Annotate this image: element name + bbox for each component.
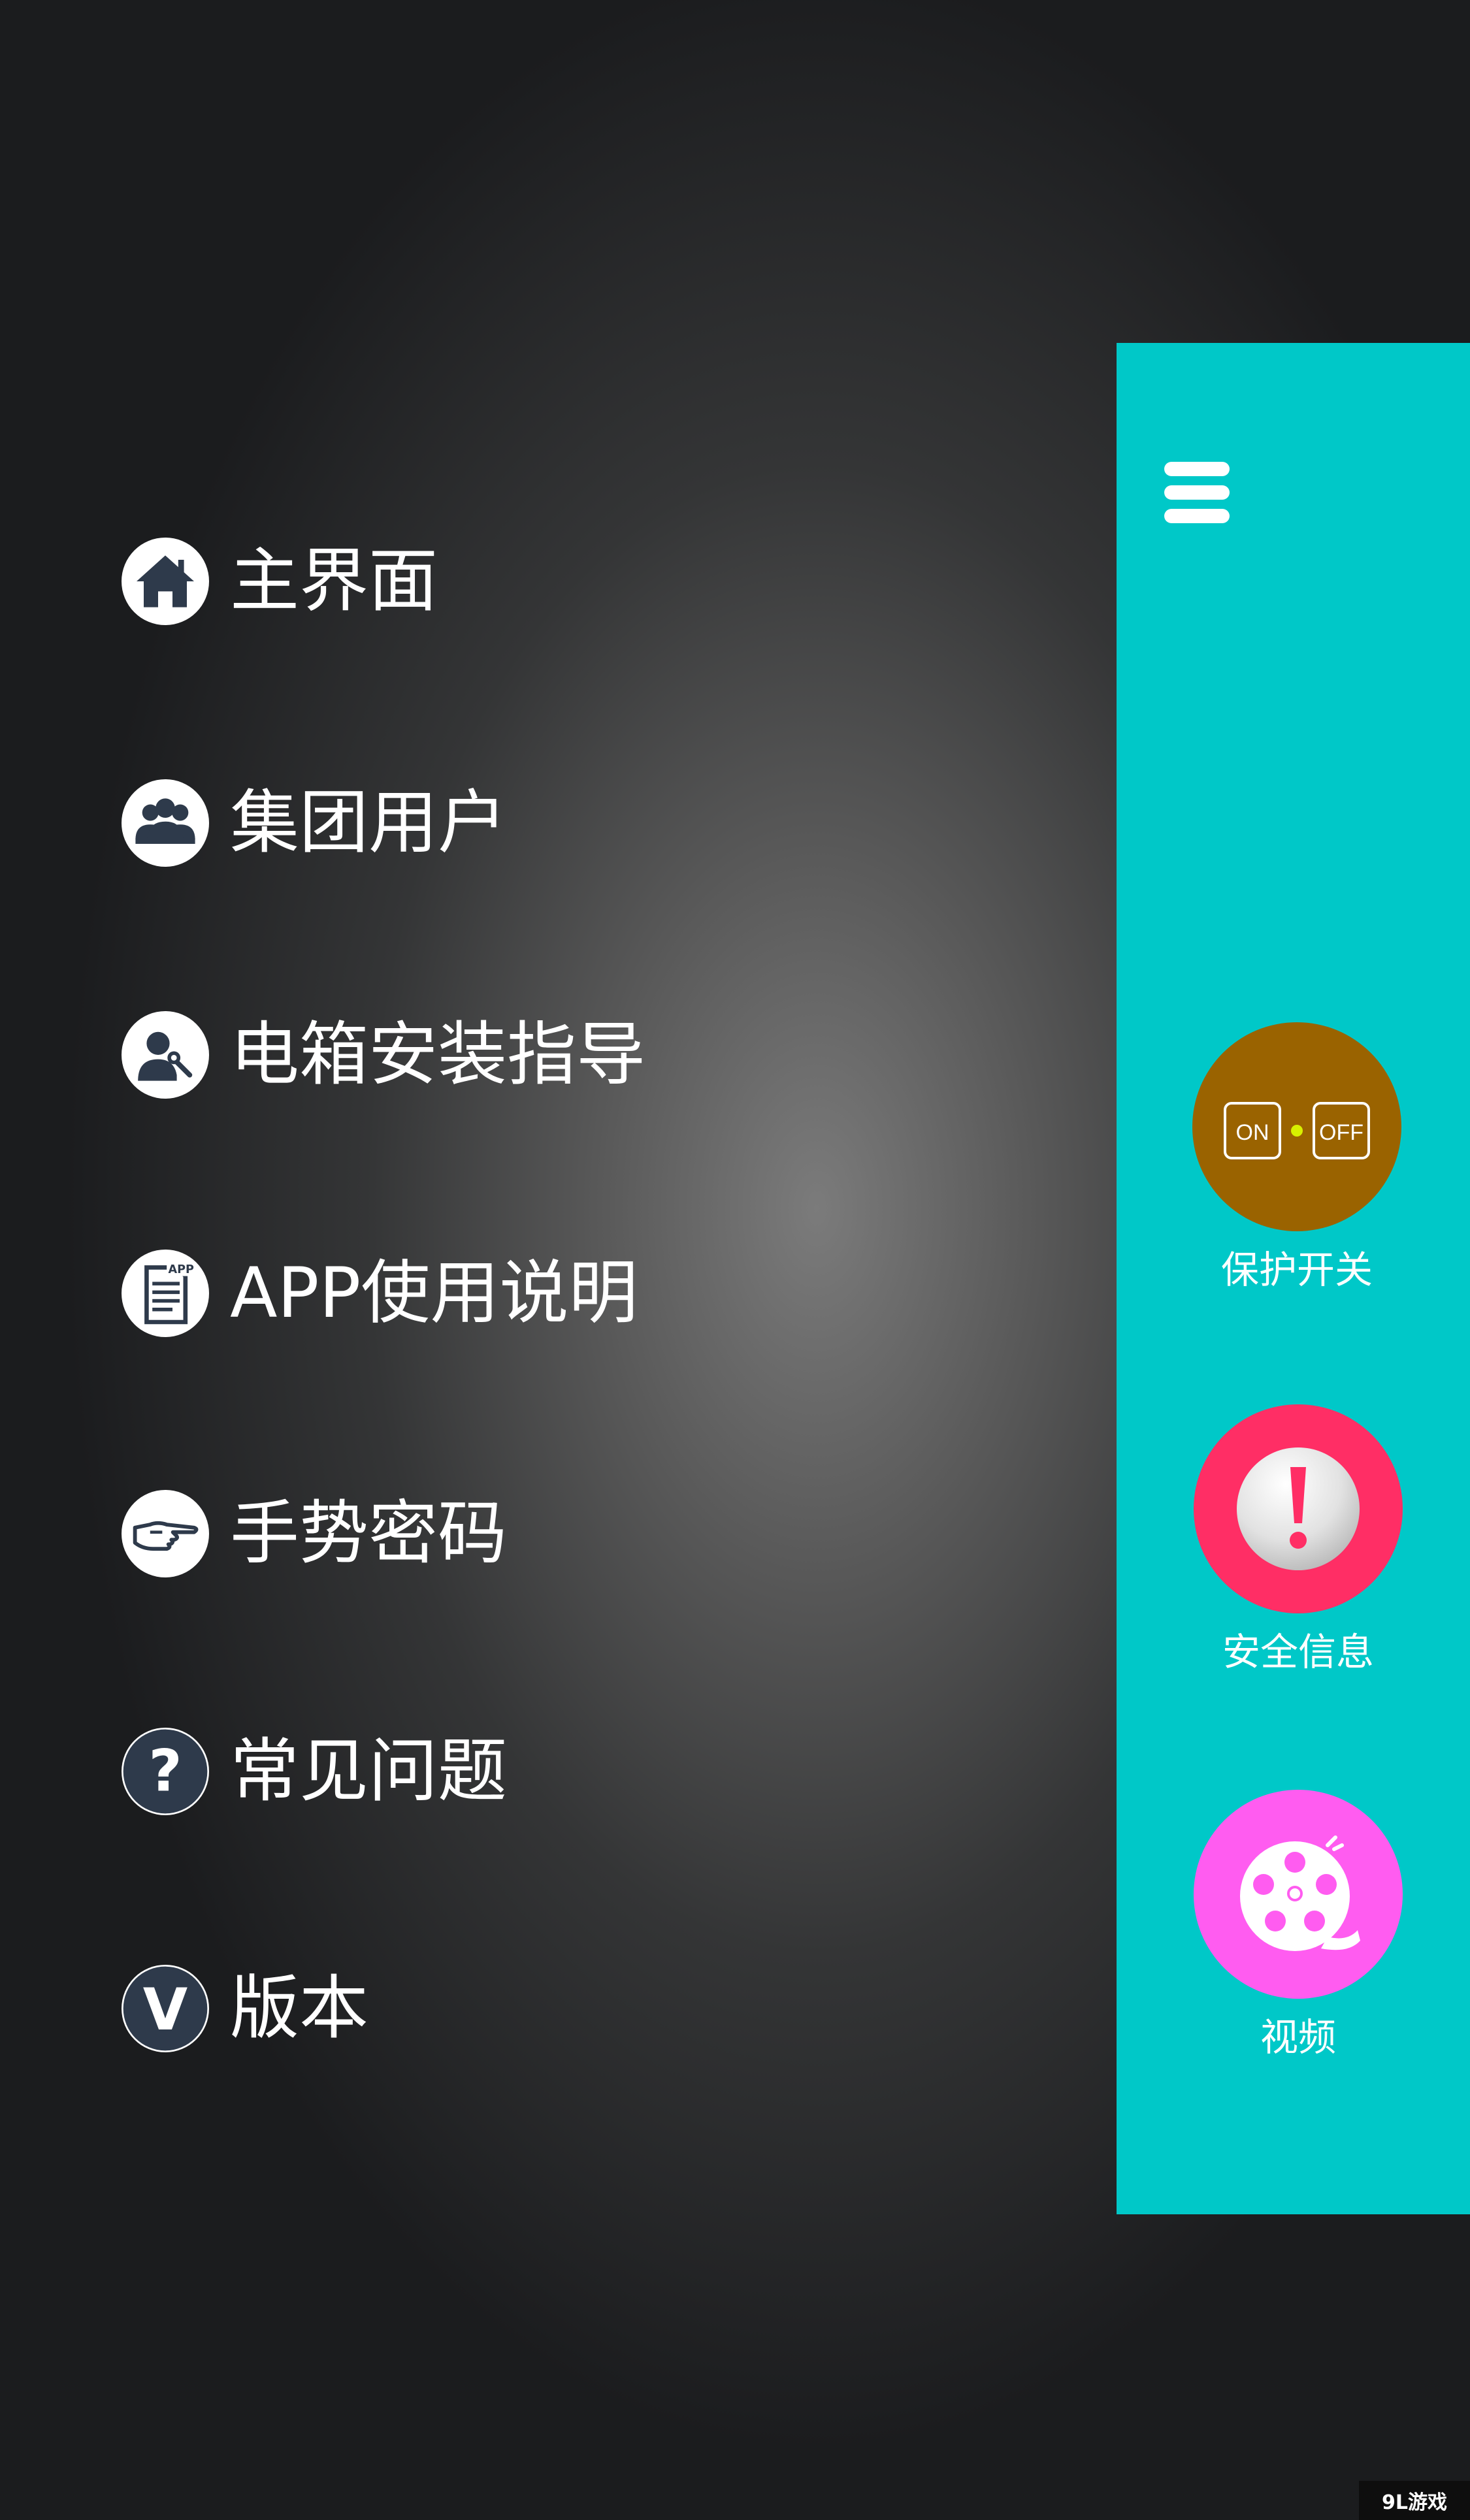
group-users-icon	[122, 779, 209, 867]
question-mark-icon: ?	[122, 1728, 209, 1815]
menu-item-label: 集团用户	[230, 783, 507, 863]
svg-text:V: V	[143, 1976, 188, 2043]
menu-item-app-guide[interactable]: APP APP使用说明	[122, 1248, 638, 1339]
switch-off-text: OFF	[1319, 1120, 1364, 1145]
menu-item-home[interactable]: 主界面	[122, 536, 438, 627]
film-reel-icon	[1194, 1790, 1403, 1999]
side-menu: 主界面 集团用户 电箱安装指导 APP APP使用说明 手势密码 ? 常见问题 …	[0, 0, 1117, 2520]
menu-item-faq[interactable]: ? 常见问题	[122, 1726, 507, 1817]
pointing-hand-icon	[122, 1490, 209, 1577]
app-document-icon: APP	[122, 1250, 209, 1337]
menu-item-version[interactable]: V 版本	[122, 1963, 368, 2054]
watermark-logo: 9L游戏	[1359, 2481, 1470, 2520]
svg-text:?: ?	[148, 1737, 182, 1804]
house-icon	[122, 538, 209, 625]
quick-action-label: 保护开关	[1220, 1248, 1373, 1292]
quick-action-label: 安全信息	[1222, 1630, 1374, 1674]
exclamation-icon	[1194, 1404, 1403, 1613]
menu-item-label: 常见问题	[230, 1731, 507, 1811]
menu-item-gesture-password[interactable]: 手势密码	[122, 1488, 507, 1579]
menu-item-label: APP使用说明	[230, 1253, 638, 1333]
menu-item-label: 主界面	[230, 541, 438, 621]
installer-wrench-icon	[122, 1011, 209, 1099]
switch-on-text: ON	[1236, 1120, 1269, 1145]
menu-item-label: 手势密码	[230, 1493, 507, 1574]
hamburger-menu-icon[interactable]	[1164, 462, 1230, 523]
menu-item-install-guide[interactable]: 电箱安装指导	[122, 1009, 645, 1101]
video-button[interactable]: 视频	[1194, 1790, 1403, 2056]
svg-text:APP: APP	[168, 1263, 194, 1276]
security-info-button[interactable]: 安全信息	[1194, 1404, 1403, 1671]
menu-item-group-users[interactable]: 集团用户	[122, 777, 507, 869]
quick-action-label: 视频	[1260, 2015, 1336, 2060]
menu-item-label: 版本	[230, 1968, 368, 2048]
quick-action-panel: ON OFF 保护开关 安全信息 视频	[1117, 343, 1470, 2214]
protection-switch-button[interactable]: ON OFF 保护开关	[1192, 1022, 1401, 1289]
on-off-switch-icon: ON OFF	[1192, 1022, 1401, 1231]
menu-item-label: 电箱安装指导	[230, 1014, 645, 1095]
version-v-icon: V	[122, 1965, 209, 2052]
